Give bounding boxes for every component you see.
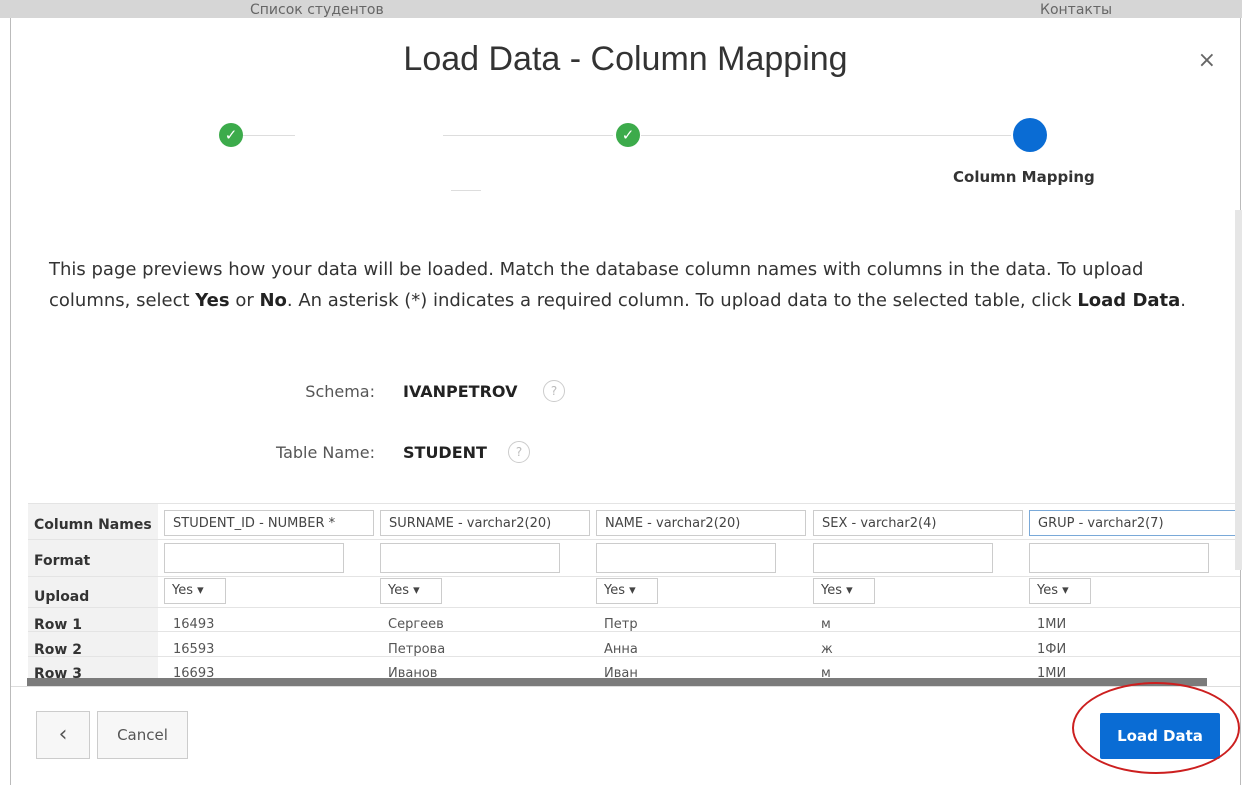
grid-cell: м: [821, 617, 831, 632]
grid-cell: 16593: [173, 642, 215, 657]
grid-divider: [28, 539, 1240, 540]
row-label-format: Format: [34, 553, 91, 569]
column-name-select[interactable]: SURNAME - varchar2(20): [380, 510, 590, 536]
wizard-step-2-check-icon: ✓: [616, 123, 640, 147]
table-name-help-icon[interactable]: ?: [508, 441, 530, 463]
format-input[interactable]: [596, 543, 776, 573]
grid-cell: Петр: [604, 617, 638, 632]
table-name-value: STUDENT: [403, 443, 487, 462]
column-name-select[interactable]: NAME - varchar2(20): [596, 510, 806, 536]
column-name-select[interactable]: STUDENT_ID - NUMBER *: [164, 510, 374, 536]
schema-help-icon[interactable]: ?: [543, 380, 565, 402]
wizard-connector: [443, 135, 613, 136]
background-page-text: Контакты: [1040, 2, 1113, 18]
wizard-connector: [451, 190, 481, 191]
no-keyword: No: [259, 290, 287, 311]
format-input[interactable]: [1029, 543, 1209, 573]
schema-label: Schema:: [305, 382, 375, 401]
grid-cell: Анна: [604, 642, 638, 657]
row-label-row-1: Row 1: [34, 617, 82, 633]
grid-divider: [28, 576, 1240, 577]
format-input[interactable]: [380, 543, 560, 573]
grid-cell: Сергеев: [388, 617, 444, 632]
load-data-keyword: Load Data: [1077, 290, 1181, 311]
upload-select[interactable]: Yes ▾: [1029, 578, 1091, 604]
annotation-highlight-circle: [1072, 682, 1240, 774]
row-label-row-2: Row 2: [34, 642, 82, 658]
back-button[interactable]: ‹: [36, 711, 90, 759]
vertical-scrollbar[interactable]: [1235, 210, 1242, 570]
wizard-step-3-current-icon: [1013, 118, 1047, 152]
grid-cell: 1МИ: [1037, 617, 1067, 632]
upload-select[interactable]: Yes ▾: [380, 578, 442, 604]
load-data-dialog: Load Data - Column Mapping × ✓ ✓ Column …: [10, 18, 1241, 785]
close-icon[interactable]: ×: [1198, 48, 1216, 73]
grid-divider: [28, 607, 1240, 608]
upload-select[interactable]: Yes ▾: [164, 578, 226, 604]
grid-cell: ж: [821, 642, 833, 657]
wizard-connector: [243, 135, 295, 136]
wizard-connector: [641, 135, 1011, 136]
format-input[interactable]: [813, 543, 993, 573]
table-name-label: Table Name:: [275, 443, 375, 462]
page-description: This page previews how your data will be…: [49, 259, 1187, 311]
background-page-strip: Список студентов Контакты: [0, 0, 1242, 18]
wizard-step-1-check-icon: ✓: [219, 123, 243, 147]
schema-value: IVANPETROV: [403, 382, 518, 401]
column-name-select[interactable]: SEX - varchar2(4): [813, 510, 1023, 536]
format-input[interactable]: [164, 543, 344, 573]
cancel-button[interactable]: Cancel: [97, 711, 188, 759]
footer-divider: [11, 686, 1240, 687]
yes-keyword: Yes: [195, 290, 230, 311]
column-name-select[interactable]: GRUP - varchar2(7): [1029, 510, 1240, 536]
horizontal-scrollbar[interactable]: [27, 678, 1207, 686]
row-label-upload: Upload: [34, 589, 90, 605]
grid-cell: 1ФИ: [1037, 642, 1067, 657]
grid-divider: [28, 503, 1240, 504]
upload-select[interactable]: Yes ▾: [596, 578, 658, 604]
wizard-step-3-label: Column Mapping: [953, 168, 1095, 186]
grid-cell: Петрова: [388, 642, 446, 657]
upload-select[interactable]: Yes ▾: [813, 578, 875, 604]
grid-cell: 16493: [173, 617, 215, 632]
row-label-column-names: Column Names: [34, 517, 152, 533]
dialog-title: Load Data - Column Mapping: [403, 40, 848, 78]
column-mapping-grid: Column Names Format Upload Row 1 Row 2 R…: [28, 503, 1240, 681]
background-page-text: Список студентов: [250, 2, 384, 18]
